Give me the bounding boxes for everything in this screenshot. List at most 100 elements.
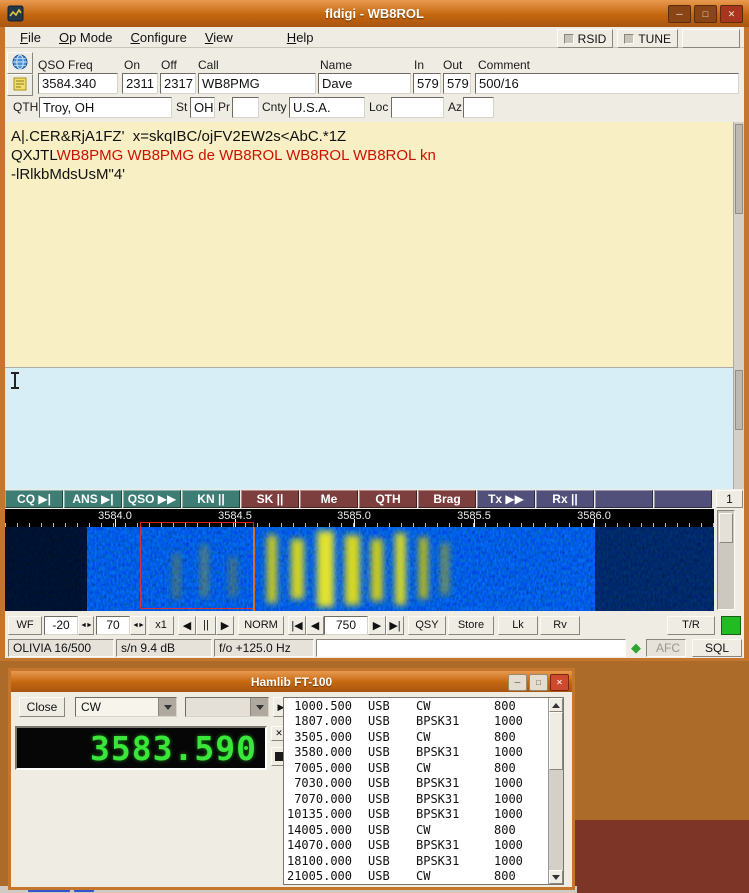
titlebar[interactable]: fldigi - WB8ROL ─ □ ✕ [0, 0, 749, 27]
menu-help[interactable]: Help [278, 28, 323, 47]
freq-list-row[interactable]: 7070.000USBBPSK311000 [284, 791, 563, 807]
rst-in-field[interactable]: 579 [413, 73, 441, 94]
maximize-button[interactable]: □ [694, 5, 717, 23]
macro-button[interactable]: Rx || [536, 490, 594, 508]
freq-list-row[interactable]: 18100.000USBBPSK311000 [284, 853, 563, 869]
macro-button[interactable] [654, 490, 712, 508]
freq-list-row[interactable]: 10135.000USBBPSK311000 [284, 807, 563, 823]
bandwidth-select[interactable] [185, 697, 269, 717]
maximize-button[interactable]: □ [529, 674, 548, 691]
freq-list-row[interactable]: 3580.000USBBPSK311000 [284, 745, 563, 761]
freq-list-row[interactable]: 14005.000USBCW800 [284, 822, 563, 838]
freq-list-row[interactable]: 21005.000USBCW800 [284, 869, 563, 885]
freq-list-row[interactable]: 7030.000USBBPSK311000 [284, 776, 563, 792]
province-field[interactable] [232, 97, 259, 118]
reverse-toggle[interactable]: Rv [540, 616, 580, 635]
dropdown-arrow-icon[interactable] [158, 698, 176, 716]
scrollbar-thumb[interactable] [549, 712, 563, 770]
qth-field[interactable]: Troy, OH [39, 97, 172, 118]
freq-list-row[interactable]: 7005.000USBCW800 [284, 760, 563, 776]
tx-rx-toggle[interactable]: T/R [667, 616, 715, 635]
rst-out-field[interactable]: 579 [443, 73, 471, 94]
carrier-coarse-up-button[interactable]: ▶| [386, 616, 404, 635]
time-on-field[interactable]: 2311 [122, 73, 158, 94]
wf-slide-left-button[interactable]: ◀ [178, 616, 196, 635]
afc-toggle[interactable]: AFC [646, 639, 686, 657]
rsid-toggle[interactable]: RSID [557, 29, 614, 48]
macro-button[interactable]: Me [300, 490, 358, 508]
waterfall-gain-slider[interactable] [717, 510, 735, 610]
macro-button[interactable]: Brag [418, 490, 476, 508]
time-off-field[interactable]: 2317 [160, 73, 196, 94]
frequency-lcd[interactable]: 3583.590 [15, 726, 267, 770]
wf-low-value[interactable]: -20 [44, 616, 78, 635]
frequency-list[interactable]: 1000.500USBCW800 1807.000USBBPSK311000 3… [283, 697, 564, 885]
mode-select[interactable]: CW [75, 697, 177, 717]
macro-page-button[interactable]: 1 [716, 490, 743, 508]
minimize-button[interactable]: ─ [508, 674, 527, 691]
qso-freq-field[interactable]: 3584.340 [38, 73, 118, 94]
macro-button[interactable]: QTH [359, 490, 417, 508]
scroll-down-button[interactable] [549, 870, 563, 884]
qsy-button[interactable]: QSY [408, 616, 446, 635]
freq-list-row[interactable]: 3505.000USBCW800 [284, 729, 563, 745]
carrier-fine-up-button[interactable]: ▶ [368, 616, 386, 635]
macro-button[interactable]: ANS ▶| [64, 490, 122, 508]
call-field[interactable]: WB8PMG [198, 73, 316, 94]
wf-range-value[interactable]: 70 [96, 616, 130, 635]
carrier-cursor[interactable] [253, 527, 255, 611]
wf-hold-button[interactable]: || [196, 616, 216, 635]
mode-status[interactable]: OLIVIA 16/500 [8, 639, 114, 657]
wf-range-spinner[interactable]: ◄► [130, 616, 146, 635]
menu-file[interactable]: File [11, 28, 50, 47]
freq-list-row[interactable]: 14070.000USBBPSK311000 [284, 838, 563, 854]
menu-op-mode[interactable]: Op Mode [50, 28, 122, 47]
close-button[interactable]: ✕ [550, 674, 569, 691]
sql-toggle[interactable]: SQL [692, 639, 742, 657]
state-field[interactable]: OH [190, 97, 215, 118]
spot-button[interactable] [682, 29, 740, 48]
wf-slide-right-button[interactable]: ▶ [216, 616, 234, 635]
slider-thumb[interactable] [719, 513, 733, 543]
name-field[interactable]: Dave [318, 73, 411, 94]
waterfall-display[interactable] [5, 527, 714, 611]
menu-view[interactable]: View [196, 28, 242, 47]
freq-list-row[interactable]: 1000.500USBCW800 [284, 698, 563, 714]
carrier-coarse-down-button[interactable]: |◀ [288, 616, 306, 635]
list-scrollbar[interactable] [548, 698, 563, 884]
qrz-lookup-button[interactable] [7, 52, 33, 74]
wf-mode-button[interactable]: WF [8, 616, 42, 635]
macro-button[interactable]: QSO ▶▶ [123, 490, 181, 508]
locator-field[interactable] [391, 97, 444, 118]
carrier-fine-down-button[interactable]: ◀ [306, 616, 324, 635]
log-save-button[interactable] [7, 74, 33, 96]
scrollbar-thumb[interactable] [735, 124, 743, 214]
close-button[interactable]: ✕ [720, 5, 743, 23]
macro-button[interactable]: CQ ▶| [5, 490, 63, 508]
store-button[interactable]: Store [448, 616, 494, 635]
wf-low-spinner[interactable]: ◄► [78, 616, 94, 635]
waterfall[interactable]: 3584.0 3584.5 3585.0 3585.5 3586.0 [5, 509, 714, 611]
comment-field[interactable]: 500/16 [475, 73, 739, 94]
macro-button[interactable]: SK || [241, 490, 299, 508]
rx-text-area[interactable]: A|.CER&RjA1FZ' x=skqIBC/ojFV2EW2s<AbC.*1… [5, 122, 733, 368]
wf-zoom-button[interactable]: x1 [148, 616, 174, 635]
menu-configure[interactable]: Configure [121, 28, 195, 47]
macro-button[interactable]: KN || [182, 490, 240, 508]
tx-text-area[interactable] [5, 368, 733, 489]
azimuth-field[interactable] [463, 97, 494, 118]
macro-button[interactable]: Tx ▶▶ [477, 490, 535, 508]
minimize-button[interactable]: ─ [668, 5, 691, 23]
country-field[interactable]: U.S.A. [289, 97, 365, 118]
text-scrollbar[interactable] [733, 122, 744, 489]
carrier-frequency-value[interactable]: 750 [324, 616, 368, 635]
hamlib-titlebar[interactable]: Hamlib FT-100 ─ □ ✕ [11, 671, 572, 692]
scroll-up-button[interactable] [549, 698, 563, 712]
freq-list-row[interactable]: 1807.000USBBPSK311000 [284, 714, 563, 730]
tune-toggle[interactable]: TUNE [617, 29, 678, 48]
dropdown-arrow-icon[interactable] [250, 698, 268, 716]
scrollbar-thumb[interactable] [735, 370, 743, 430]
lock-toggle[interactable]: Lk [498, 616, 538, 635]
wf-speed-button[interactable]: NORM [238, 616, 284, 635]
hamlib-close-button[interactable]: Close [19, 697, 65, 717]
